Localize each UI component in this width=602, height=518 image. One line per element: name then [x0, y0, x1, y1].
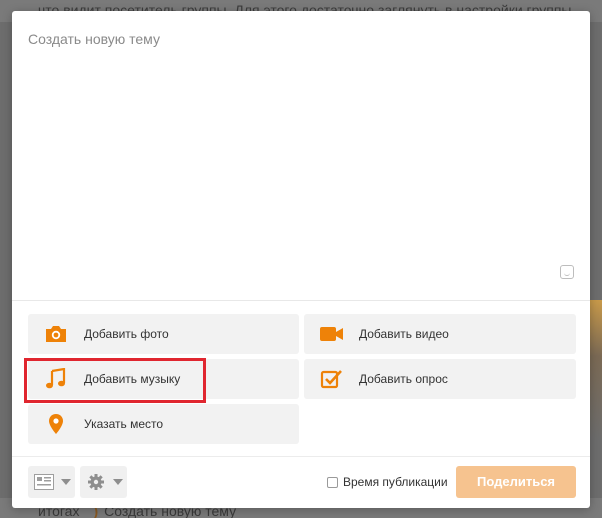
video-camera-icon [320, 323, 344, 345]
publication-time-toggle[interactable]: Время публикации [327, 475, 448, 489]
card-layout-icon [34, 473, 54, 491]
add-video-button[interactable]: Добавить видео [304, 314, 576, 354]
set-location-label: Указать место [84, 417, 164, 431]
set-location-button[interactable]: Указать место [28, 404, 299, 444]
add-video-label: Добавить видео [359, 327, 449, 341]
checkbox-check-icon [320, 368, 344, 390]
smiley-icon[interactable] [560, 265, 574, 279]
background-image-strip [590, 300, 602, 440]
composer-divider [12, 300, 590, 301]
location-pin-icon [44, 413, 68, 435]
post-format-dropdown[interactable] [28, 466, 75, 498]
publication-time-label: Время публикации [343, 475, 448, 489]
create-topic-modal: Создать новую тему Добавить фото Добавит… [12, 11, 590, 508]
chevron-down-icon [113, 479, 123, 485]
add-photo-label: Добавить фото [84, 327, 169, 341]
gear-icon [86, 473, 106, 491]
add-poll-button[interactable]: Добавить опрос [304, 359, 576, 399]
music-highlight-frame [24, 358, 206, 403]
add-photo-button[interactable]: Добавить фото [28, 314, 299, 354]
publication-time-checkbox[interactable] [327, 476, 338, 488]
topic-text-area[interactable]: Создать новую тему [12, 11, 590, 300]
add-poll-label: Добавить опрос [359, 372, 448, 386]
camera-icon [44, 323, 68, 345]
topic-placeholder: Создать новую тему [28, 31, 160, 47]
chevron-down-icon [61, 479, 71, 485]
footer-divider [12, 456, 590, 457]
settings-dropdown[interactable] [80, 466, 127, 498]
share-button[interactable]: Поделиться [456, 466, 576, 498]
